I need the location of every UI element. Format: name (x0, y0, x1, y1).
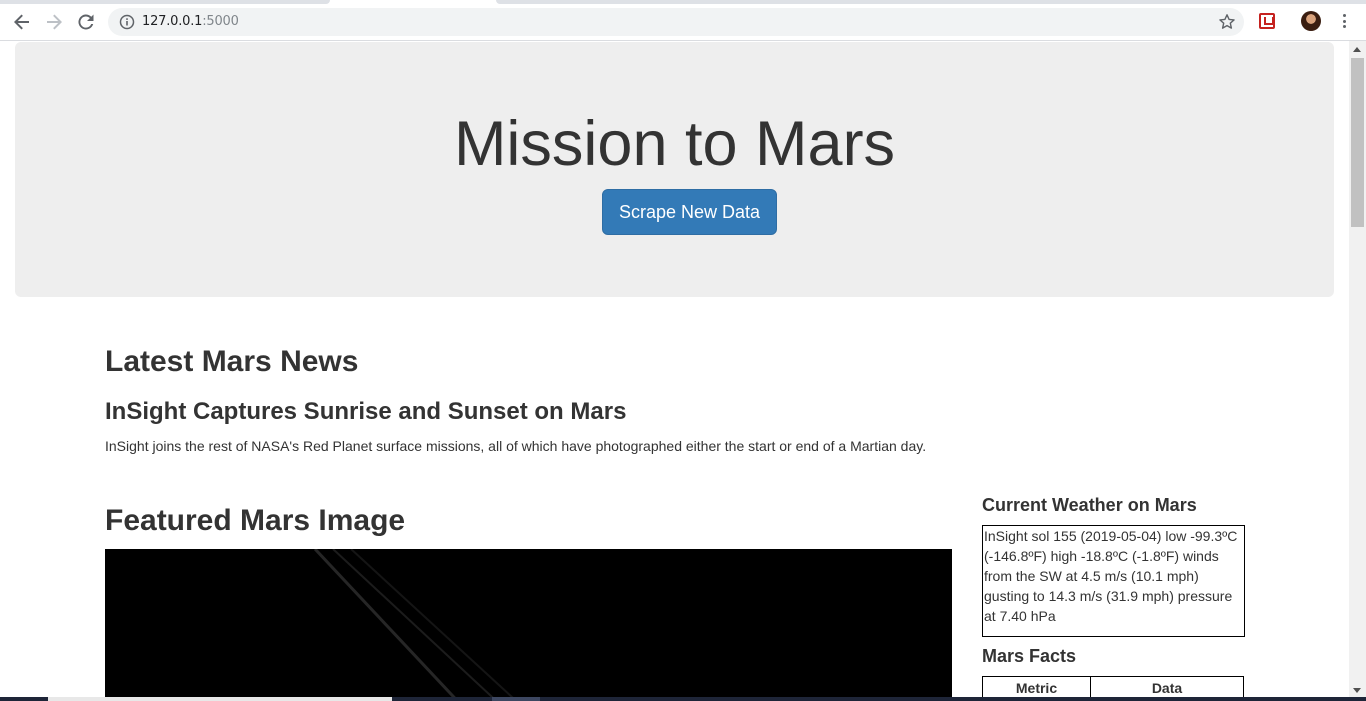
extension-icon[interactable] (1259, 13, 1275, 29)
menu-icon[interactable] (1336, 12, 1352, 30)
facts-table: Metric Data (982, 676, 1244, 697)
scroll-up-icon[interactable] (1353, 47, 1361, 52)
news-paragraph: InSight joins the rest of NASA's Red Pla… (105, 438, 927, 454)
url-text: 127.0.0.1:5000 (142, 14, 239, 29)
facts-title: Mars Facts (982, 646, 1077, 666)
info-icon[interactable] (119, 14, 135, 30)
facts-col-metric: Metric (982, 676, 1091, 697)
forward-icon (47, 14, 62, 30)
scrape-button[interactable]: Scrape New Data (602, 189, 777, 235)
jumbotron: Mission to Mars Scrape New Data (15, 42, 1334, 297)
page-title: Mission to Mars (453, 109, 896, 179)
back-button[interactable] (10, 10, 34, 34)
weather-box: InSight sol 155 (2019-05-04) low -99.3ºC… (982, 525, 1245, 637)
news-headline: InSight Captures Sunrise and Sunset on M… (105, 398, 627, 425)
page-viewport: Mission to Mars Scrape New Data Latest M… (0, 41, 1349, 697)
scrollbar[interactable] (1349, 41, 1366, 697)
avatar[interactable] (1301, 11, 1321, 31)
scroll-down-icon[interactable] (1353, 688, 1361, 693)
address-bar[interactable]: 127.0.0.1:5000 (108, 8, 1244, 36)
facts-col-data: Data (1090, 676, 1244, 697)
taskbar (0, 697, 1366, 701)
tab-strip-right (496, 0, 1366, 4)
forward-button[interactable] (42, 10, 66, 34)
featured-image-streaks (313, 549, 514, 697)
taskbar-item[interactable] (492, 697, 540, 701)
scrollbar-thumb[interactable] (1351, 58, 1364, 227)
url-port: :5000 (202, 14, 239, 29)
reload-icon (78, 14, 94, 30)
star-icon[interactable] (1218, 13, 1236, 31)
url-host: 127.0.0.1 (142, 14, 203, 29)
back-icon (14, 14, 29, 30)
facts-header-row: Metric Data (982, 676, 1244, 697)
news-section-title: Latest Mars News (105, 345, 359, 378)
featured-image (105, 549, 952, 697)
weather-title: Current Weather on Mars (982, 495, 1197, 515)
taskbar-item[interactable] (48, 697, 392, 701)
tab-strip-left (0, 0, 330, 4)
featured-image-title: Featured Mars Image (105, 504, 406, 537)
browser-toolbar: 127.0.0.1:5000 (0, 0, 1366, 41)
reload-button[interactable] (74, 10, 98, 34)
